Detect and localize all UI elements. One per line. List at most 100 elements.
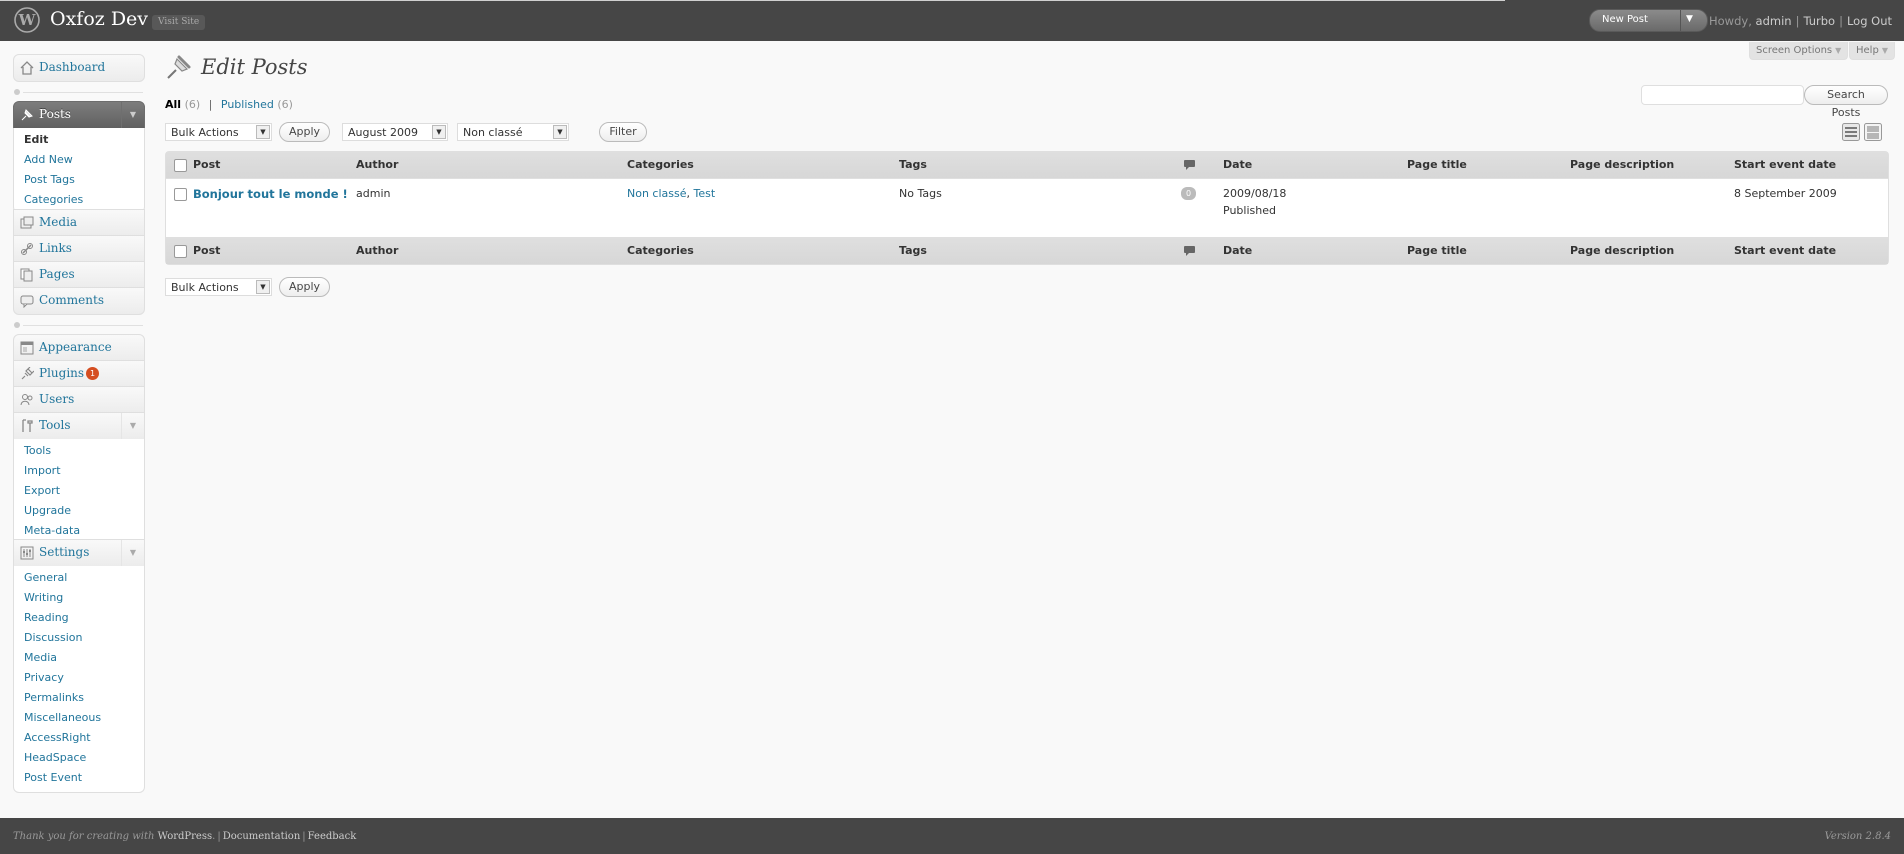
menu-plugins-label[interactable]: Plugins 1 [39, 366, 100, 380]
submenu-permalinks[interactable]: Permalinks [14, 688, 144, 708]
menu-posts-label[interactable]: Posts [39, 107, 71, 121]
post-title-link[interactable]: Bonjour tout le monde ! [193, 187, 348, 201]
feedback-link[interactable]: Feedback [308, 831, 357, 842]
documentation-link[interactable]: Documentation [223, 831, 301, 842]
chevron-down-icon: ▼ [553, 125, 567, 139]
month-filter-select[interactable]: August 2009 ▼ [342, 123, 448, 141]
column-start-event-date: Start event date [1734, 244, 1837, 257]
apply-button-bottom[interactable]: Apply [279, 277, 330, 297]
status-filters: All (6) | Published (6) [165, 98, 293, 111]
wordpress-logo-icon: W [14, 7, 40, 33]
select-all-checkbox[interactable] [174, 245, 187, 258]
menu-comments-label[interactable]: Comments [39, 293, 104, 307]
menu-appearance[interactable]: Appearance [13, 334, 145, 362]
submenu-post-event[interactable]: Post Event [14, 768, 144, 788]
column-page-description: Page description [1570, 244, 1675, 257]
column-post[interactable]: Post [193, 158, 220, 171]
search-posts-button[interactable]: Search Posts [1804, 85, 1888, 119]
comments-icon [20, 295, 34, 308]
search-input[interactable] [1641, 85, 1804, 105]
column-post[interactable]: Post [193, 244, 220, 257]
submenu-writing[interactable]: Writing [14, 588, 144, 608]
submenu-reading[interactable]: Reading [14, 608, 144, 628]
submenu-add-new[interactable]: Add New [14, 150, 144, 170]
column-date[interactable]: Date [1223, 244, 1252, 257]
bulk-actions-select-bottom[interactable]: Bulk Actions ▼ [165, 278, 272, 296]
filter-published-count: (6) [277, 98, 293, 111]
submenu-import[interactable]: Import [14, 461, 144, 481]
row-checkbox[interactable] [174, 188, 187, 201]
menu-pages-label[interactable]: Pages [39, 267, 75, 281]
menu-appearance-label[interactable]: Appearance [39, 340, 112, 354]
wordpress-link[interactable]: WordPress [158, 831, 213, 842]
select-all-checkbox[interactable] [174, 159, 187, 172]
filter-button[interactable]: Filter [599, 122, 647, 142]
menu-links-label[interactable]: Links [39, 241, 72, 255]
menu-dashboard[interactable]: Dashboard [13, 54, 145, 82]
plugin-icon [21, 367, 34, 380]
submenu-accessright[interactable]: AccessRight [14, 728, 144, 748]
menu-settings-label[interactable]: Settings [39, 545, 89, 559]
chevron-down-icon: ▼ [256, 280, 270, 294]
menu-posts[interactable]: Posts ▼ [13, 101, 145, 129]
bulk-actions-select[interactable]: Bulk Actions ▼ [165, 123, 272, 141]
filter-published-link[interactable]: Published [221, 98, 274, 111]
submenu-miscellaneous[interactable]: Miscellaneous [14, 708, 144, 728]
turbo-link[interactable]: Turbo [1803, 14, 1835, 28]
visit-site-button[interactable]: Visit Site [152, 15, 206, 30]
menu-users[interactable]: Users [13, 386, 145, 414]
menu-users-label[interactable]: Users [39, 392, 74, 406]
category-link[interactable]: Test [694, 187, 716, 200]
link-icon [21, 243, 33, 255]
comment-count-bubble[interactable]: 0 [1181, 187, 1196, 200]
filter-all-link[interactable]: All [165, 98, 181, 111]
submenu-meta-data[interactable]: Meta-data [14, 521, 144, 541]
column-date[interactable]: Date [1223, 158, 1252, 171]
help-label[interactable]: Help [1856, 45, 1879, 56]
plugins-text[interactable]: Plugins [39, 366, 84, 380]
submenu-categories[interactable]: Categories [14, 190, 144, 210]
submenu-edit[interactable]: Edit [14, 130, 144, 150]
submenu-headspace[interactable]: HeadSpace [14, 748, 144, 768]
filter-all-count: (6) [184, 98, 201, 111]
screen-options-toggle[interactable]: Screen Options ▼ [1749, 42, 1849, 60]
post-author-link[interactable]: admin [356, 187, 390, 200]
submenu-post-tags[interactable]: Post Tags [14, 170, 144, 190]
chevron-down-icon[interactable]: ▼ [1686, 14, 1693, 24]
list-view-icon[interactable] [1842, 123, 1860, 141]
profile-link[interactable]: admin [1756, 14, 1792, 28]
column-author: Author [356, 244, 399, 257]
apply-button[interactable]: Apply [279, 122, 330, 142]
favorite-actions[interactable]: New Post ▼ [1589, 9, 1708, 32]
submenu-export[interactable]: Export [14, 481, 144, 501]
category-link[interactable]: Non classé [627, 187, 687, 200]
users-icon [20, 394, 33, 406]
howdy-label: Howdy, [1709, 14, 1752, 28]
menu-comments[interactable]: Comments [13, 287, 145, 315]
submenu-privacy[interactable]: Privacy [14, 668, 144, 688]
menu-tools[interactable]: Tools ▼ [13, 412, 145, 440]
category-filter-select[interactable]: Non classé ▼ [457, 123, 569, 141]
menu-links[interactable]: Links [13, 235, 145, 263]
help-toggle[interactable]: Help ▼ [1849, 42, 1895, 60]
menu-settings[interactable]: Settings ▼ [13, 539, 145, 567]
menu-media[interactable]: Media [13, 209, 145, 237]
chevron-down-icon[interactable]: ▼ [121, 540, 144, 566]
page-title: Edit Posts [201, 55, 308, 79]
excerpt-view-icon[interactable] [1864, 123, 1882, 141]
chevron-down-icon[interactable]: ▼ [121, 102, 144, 128]
new-post-button[interactable]: New Post [1602, 14, 1648, 25]
menu-pages[interactable]: Pages [13, 261, 145, 289]
submenu-tools[interactable]: Tools [14, 441, 144, 461]
logout-link[interactable]: Log Out [1847, 14, 1892, 28]
submenu-upgrade[interactable]: Upgrade [14, 501, 144, 521]
menu-plugins[interactable]: Plugins 1 [13, 360, 145, 388]
chevron-down-icon[interactable]: ▼ [121, 413, 144, 439]
menu-tools-label[interactable]: Tools [39, 418, 71, 432]
submenu-general[interactable]: General [14, 568, 144, 588]
submenu-discussion[interactable]: Discussion [14, 628, 144, 648]
menu-dashboard-label[interactable]: Dashboard [39, 60, 105, 74]
screen-options-label[interactable]: Screen Options [1756, 45, 1832, 56]
menu-media-label[interactable]: Media [39, 215, 77, 229]
submenu-media[interactable]: Media [14, 648, 144, 668]
